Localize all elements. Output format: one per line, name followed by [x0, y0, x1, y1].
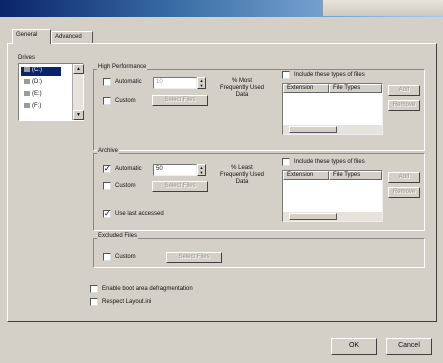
hp-percent-label: % Most Frequently Used Data — [219, 78, 265, 98]
hp-percent-input[interactable]: 10 — [153, 77, 197, 89]
hp-remove-button[interactable]: Remove — [388, 100, 420, 111]
archive-include-label: Include these types of files — [294, 159, 365, 165]
excluded-files-title: Excluded Files — [97, 233, 139, 239]
respect-layout-checkbox[interactable] — [90, 298, 98, 306]
hp-list-hscrollbar[interactable] — [283, 125, 382, 134]
archive-custom-checkbox[interactable] — [103, 182, 111, 190]
archive-custom-label: Custom — [115, 183, 136, 189]
column-header[interactable]: Extension — [283, 84, 329, 93]
hp-include-checkbox[interactable] — [282, 71, 290, 79]
excluded-files-group — [93, 238, 425, 268]
respect-layout-label: Respect Layout.ini — [102, 299, 152, 305]
drives-label: Drives — [18, 55, 36, 61]
drive-item[interactable]: (E:) — [21, 91, 61, 100]
excluded-select-files-button[interactable]: Select Files — [166, 252, 222, 263]
hp-include-label: Include these types of files — [294, 72, 365, 78]
archive-automatic-label: Automatic — [115, 166, 142, 172]
hp-automatic-label: Automatic — [115, 79, 142, 85]
drive-list-scrollbar[interactable]: ▲ ▼ — [72, 64, 84, 120]
archive-select-files-button[interactable]: Select Files — [152, 181, 208, 192]
archive-automatic-checkbox[interactable]: ✓ — [103, 165, 111, 173]
tab-general[interactable]: General — [12, 29, 51, 44]
excluded-custom-checkbox[interactable] — [103, 253, 111, 261]
drive-icon — [24, 91, 30, 96]
scroll-thumb[interactable] — [289, 213, 337, 220]
cancel-button[interactable]: Cancel — [386, 338, 432, 355]
high-performance-title: High Performance — [97, 64, 148, 70]
hp-automatic-checkbox[interactable] — [103, 78, 111, 86]
scroll-down-icon[interactable]: ▼ — [73, 110, 84, 120]
archive-title: Archive — [97, 148, 120, 154]
archive-file-types-list[interactable]: Extension File Types — [282, 170, 383, 222]
drive-icon — [24, 79, 30, 84]
spin-arrows-icon[interactable]: ▲ ▼ — [197, 77, 206, 89]
drive-item[interactable]: (F:) — [21, 103, 61, 112]
archive-percent-input[interactable]: 50 — [153, 164, 197, 176]
archive-percent-label: % Least Frequently Used Data — [219, 165, 265, 185]
excluded-custom-label: Custom — [115, 254, 136, 260]
column-header[interactable]: File Types — [329, 171, 382, 180]
tab-advanced[interactable]: Advanced — [51, 31, 93, 43]
boot-defrag-label: Enable boot area defragmentation — [102, 286, 193, 292]
scroll-up-icon[interactable]: ▲ — [73, 64, 84, 74]
use-last-accessed-checkbox[interactable]: ✓ — [103, 210, 111, 218]
hp-file-types-list[interactable]: Extension File Types — [282, 83, 383, 135]
hp-select-files-button[interactable]: Select Files — [152, 95, 208, 106]
drive-icon — [24, 103, 30, 108]
scroll-thumb[interactable] — [289, 126, 337, 133]
hp-custom-label: Custom — [115, 98, 136, 104]
drive-item[interactable]: (D:) — [21, 79, 61, 88]
drive-item[interactable]: (C:) — [21, 67, 61, 76]
hp-add-button[interactable]: Add — [388, 85, 420, 96]
archive-remove-button[interactable]: Remove — [388, 187, 420, 198]
ok-button[interactable]: OK — [331, 338, 377, 355]
column-header[interactable]: File Types — [329, 84, 382, 93]
background-window-fragment — [322, 0, 443, 16]
boot-defrag-checkbox[interactable] — [90, 285, 98, 293]
drive-icon — [24, 67, 30, 72]
spin-arrows-icon[interactable]: ▲ ▼ — [197, 164, 206, 176]
archive-add-button[interactable]: Add — [388, 172, 420, 183]
archive-include-checkbox[interactable] — [282, 158, 290, 166]
use-last-accessed-label: Use last accessed — [115, 211, 164, 217]
hp-custom-checkbox[interactable] — [103, 97, 111, 105]
archive-list-hscrollbar[interactable] — [283, 212, 382, 221]
column-header[interactable]: Extension — [283, 171, 329, 180]
